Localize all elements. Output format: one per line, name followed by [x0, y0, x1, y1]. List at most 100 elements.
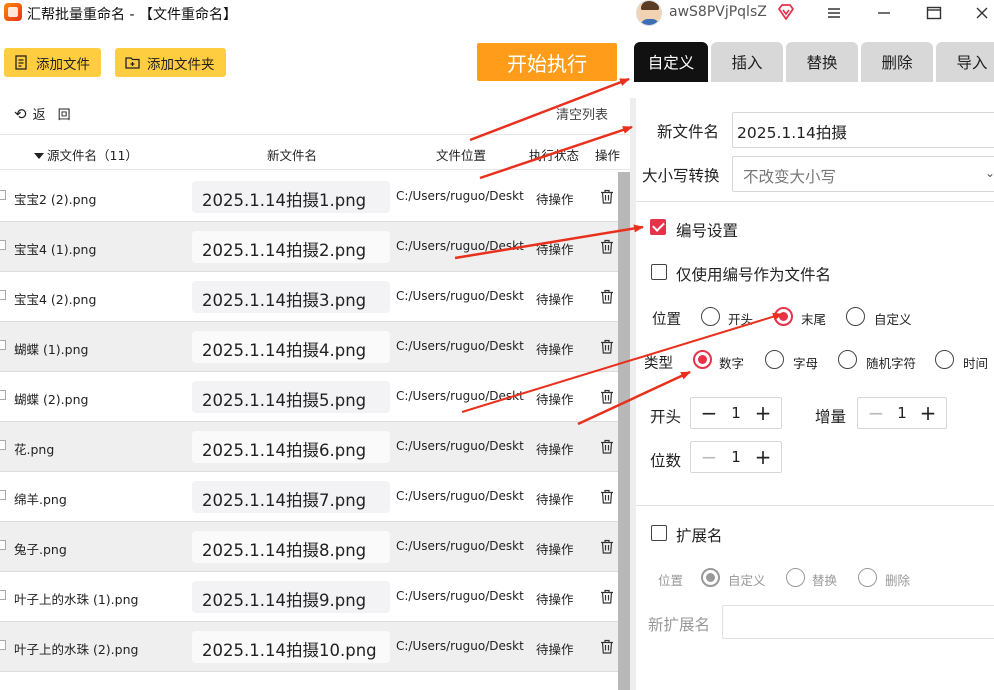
- app-logo: [4, 3, 22, 21]
- trash-icon[interactable]: [600, 539, 614, 554]
- back-arrow-icon: ⟲: [14, 104, 27, 123]
- position-start-label: 开头: [728, 312, 754, 327]
- ext-position-custom-radio[interactable]: [701, 568, 720, 587]
- ext-position-label: 位置: [658, 573, 684, 588]
- source-filename: 蝴蝶 (1).png: [14, 342, 89, 357]
- tab-import[interactable]: 导入: [936, 42, 994, 82]
- table-row[interactable]: 宝宝2 (2).png 2025.1.14拍摄1.png C:/Users/rugu…: [0, 172, 618, 222]
- ext-position-delete-radio[interactable]: [858, 568, 877, 587]
- tab-replace[interactable]: 替换: [786, 42, 858, 82]
- tab-bar: 自定义 插入 替换 删除 导入: [634, 42, 994, 82]
- table-row[interactable]: 叶子上的水珠 (2).png 2025.1.14拍摄10.png C:/Users/…: [0, 622, 618, 672]
- source-filename: 花.png: [14, 442, 55, 457]
- new-extension-input[interactable]: [722, 605, 994, 639]
- new-filename-cell[interactable]: 2025.1.14拍摄9.png: [192, 581, 390, 613]
- trash-icon[interactable]: [600, 289, 614, 304]
- new-filename-input[interactable]: 2025.1.14拍摄: [732, 112, 994, 148]
- back-button[interactable]: ⟲ 返回: [14, 104, 83, 124]
- trash-icon[interactable]: [600, 639, 614, 654]
- new-filename-cell[interactable]: 2025.1.14拍摄6.png: [192, 431, 390, 463]
- type-number-radio[interactable]: [693, 350, 712, 369]
- position-custom-label: 自定义: [874, 312, 912, 327]
- window-title: 汇帮批量重命名 - 【文件重命名】: [27, 7, 237, 23]
- file-icon: [0, 540, 6, 550]
- trash-icon[interactable]: [600, 189, 614, 204]
- ext-position-replace-radio[interactable]: [786, 568, 805, 587]
- file-icon: [0, 590, 6, 600]
- clear-list-button[interactable]: 清空列表: [556, 104, 608, 123]
- file-icon: [0, 240, 6, 250]
- type-letter-radio[interactable]: [765, 350, 784, 369]
- panel-divider: [630, 98, 636, 690]
- start-button[interactable]: 开始执行: [477, 43, 617, 81]
- file-location: C:/Users/ruguo/Desktop: [396, 489, 524, 503]
- table-row[interactable]: 绵羊.png 2025.1.14拍摄7.png C:/Users/ruguo/Des…: [0, 472, 618, 522]
- new-filename-cell[interactable]: 2025.1.14拍摄2.png: [192, 231, 390, 263]
- new-filename-cell[interactable]: 2025.1.14拍摄7.png: [192, 481, 390, 513]
- extension-checkbox[interactable]: [651, 525, 667, 541]
- table-row[interactable]: 叶子上的水珠 (1).png 2025.1.14拍摄9.png C:/Users/r…: [0, 572, 618, 622]
- status-header: 执行状态: [529, 148, 580, 163]
- trash-icon[interactable]: [600, 239, 614, 254]
- only-number-checkbox[interactable]: [651, 264, 667, 280]
- type-random-radio[interactable]: [838, 350, 857, 369]
- ext-position-replace-label: 替换: [812, 573, 838, 588]
- table-header: 源文件名（11） 新文件名 文件位置 执行状态 操作: [0, 134, 630, 170]
- new-filename-cell[interactable]: 2025.1.14拍摄4.png: [192, 331, 390, 363]
- source-filename: 宝宝2 (2).png: [14, 192, 97, 207]
- digits-increment-button[interactable]: +: [749, 444, 777, 470]
- table-row[interactable]: 兔子.png 2025.1.14拍摄8.png C:/Users/ruguo/Des…: [0, 522, 618, 572]
- table-row[interactable]: 蝴蝶 (1).png 2025.1.14拍摄4.png C:/Users/ruguo…: [0, 322, 618, 372]
- table-row[interactable]: 宝宝4 (2).png 2025.1.14拍摄3.png C:/Users/rugu…: [0, 272, 618, 322]
- position-custom-radio[interactable]: [846, 307, 865, 326]
- add-folder-button[interactable]: 添加文件夹: [115, 48, 226, 77]
- file-icon: [0, 440, 6, 450]
- file-icon: [0, 390, 6, 400]
- maximize-icon[interactable]: [914, 0, 954, 26]
- start-increment-button[interactable]: +: [749, 400, 777, 426]
- section-divider: [636, 505, 994, 506]
- user-avatar[interactable]: [636, 0, 662, 26]
- numbering-checkbox[interactable]: [650, 219, 666, 235]
- new-filename-cell[interactable]: 2025.1.14拍摄8.png: [192, 531, 390, 563]
- trash-icon[interactable]: [600, 389, 614, 404]
- type-time-radio[interactable]: [935, 350, 954, 369]
- vip-diamond-icon[interactable]: [776, 2, 796, 22]
- new-filename-cell[interactable]: 2025.1.14拍摄3.png: [192, 281, 390, 313]
- source-name-header[interactable]: 源文件名（11）: [34, 145, 138, 164]
- status-text: 待操作: [536, 492, 574, 507]
- case-label: 大小写转换: [642, 167, 720, 185]
- close-icon[interactable]: [962, 0, 994, 26]
- table-row[interactable]: 宝宝4 (1).png 2025.1.14拍摄2.png C:/Users/rugu…: [0, 222, 618, 272]
- trash-icon[interactable]: [600, 339, 614, 354]
- case-select[interactable]: 不改变大小写 ⌄: [732, 156, 994, 192]
- tab-delete[interactable]: 删除: [861, 42, 933, 82]
- new-filename-cell[interactable]: 2025.1.14拍摄10.png: [192, 631, 390, 663]
- table-row[interactable]: 蝴蝶 (2).png 2025.1.14拍摄5.png C:/Users/ruguo…: [0, 372, 618, 422]
- minimize-icon[interactable]: [864, 0, 904, 26]
- trash-icon[interactable]: [600, 589, 614, 604]
- type-letter-label: 字母: [793, 356, 819, 371]
- tab-custom[interactable]: 自定义: [634, 42, 708, 82]
- digits-stepper: − 1 +: [690, 441, 782, 473]
- type-time-label: 时间: [963, 356, 989, 371]
- add-file-label: 添加文件: [36, 56, 90, 73]
- tab-insert[interactable]: 插入: [711, 42, 783, 82]
- position-start-radio[interactable]: [701, 307, 720, 326]
- table-row[interactable]: 花.png 2025.1.14拍摄6.png C:/Users/ruguo/Desk…: [0, 422, 618, 472]
- ext-position-delete-label: 删除: [885, 573, 911, 588]
- menu-icon[interactable]: [814, 0, 854, 26]
- new-filename-cell[interactable]: 2025.1.14拍摄5.png: [192, 381, 390, 413]
- position-end-radio[interactable]: [774, 307, 793, 326]
- increment-increment-button[interactable]: +: [914, 400, 942, 426]
- app-window: 汇帮批量重命名 - 【文件重命名】 awS8PVjPqlsZ 添加文件 添加文件…: [0, 0, 994, 690]
- file-location: C:/Users/ruguo/Desktop: [396, 339, 524, 353]
- trash-icon[interactable]: [600, 439, 614, 454]
- type-random-label: 随机字符: [866, 356, 917, 371]
- new-filename-label: 新文件名: [657, 123, 720, 141]
- new-filename-cell[interactable]: 2025.1.14拍摄1.png: [192, 181, 390, 213]
- status-text: 待操作: [536, 542, 574, 557]
- trash-icon[interactable]: [600, 489, 614, 504]
- add-file-button[interactable]: 添加文件: [4, 48, 101, 77]
- username[interactable]: awS8PVjPqlsZ: [669, 4, 767, 20]
